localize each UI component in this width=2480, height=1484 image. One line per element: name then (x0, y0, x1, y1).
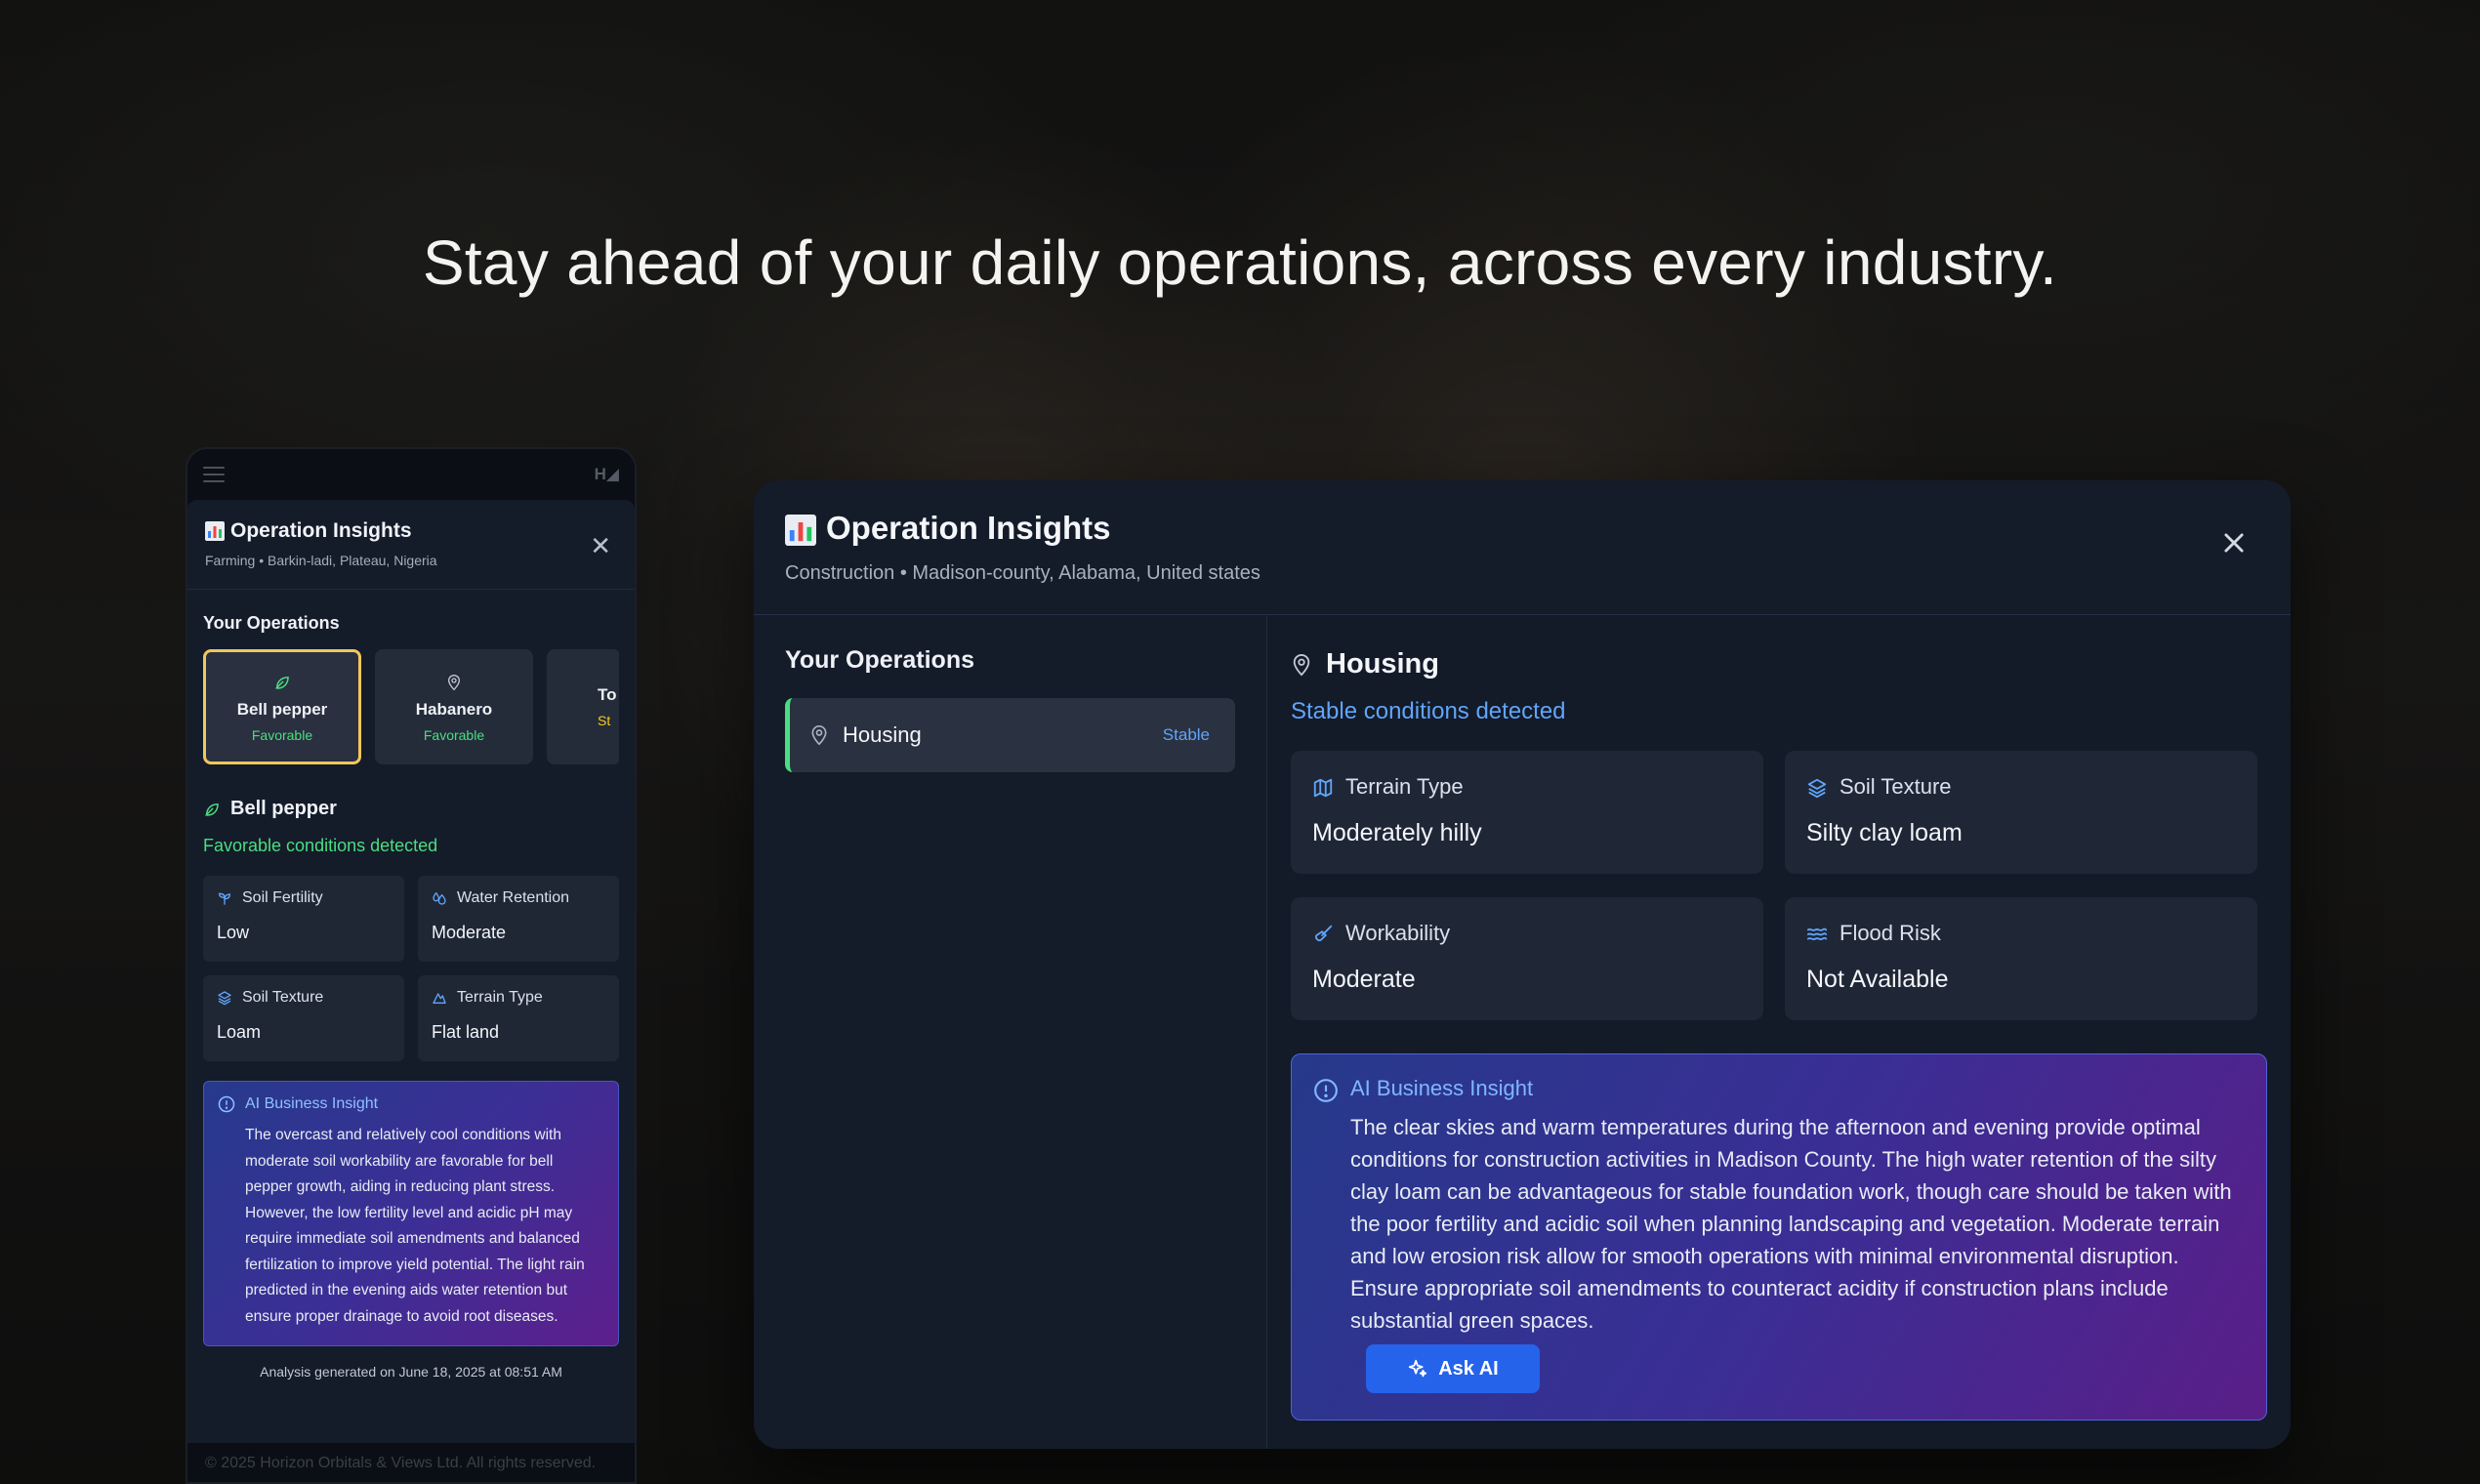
modal-subtitle: Construction • Madison-county, Alabama, … (785, 562, 1261, 584)
phone-modal-title: Operation Insights (205, 519, 617, 543)
phone-modal-body: Your Operations Bell pepper Favorable Ha… (187, 590, 635, 1380)
layers-icon (1806, 774, 1828, 800)
hero-headline: Stay ahead of your daily operations, acr… (422, 227, 2058, 298)
shovel-icon (1312, 921, 1334, 946)
waves-icon (1806, 921, 1828, 946)
info-icon (218, 1095, 235, 1113)
phone-insights-modal: Operation Insights Farming • Barkin-ladi… (187, 500, 635, 1443)
operation-card-partial[interactable]: To St (547, 649, 619, 764)
mountain-icon (432, 989, 447, 1007)
detail-status: Stable conditions detected (1291, 698, 1566, 724)
hamburger-menu-icon[interactable] (203, 467, 225, 482)
operations-sidebar: Your Operations Housing Stable (754, 615, 1267, 1449)
phone-analysis-timestamp: Analysis generated on June 18, 2025 at 0… (260, 1364, 562, 1380)
operation-card-habanero[interactable]: Habanero Favorable (375, 649, 533, 764)
phone-close-icon[interactable]: ✕ (590, 533, 611, 558)
close-icon[interactable] (2220, 529, 2248, 556)
layers-icon (217, 989, 232, 1007)
metric-water-retention: Water Retention Moderate (418, 876, 619, 962)
phone-topbar: H◢ (187, 449, 635, 500)
metric-flood-risk: Flood Risk Not Available (1785, 897, 2257, 1020)
detail-title: Housing (1291, 648, 2267, 680)
phone-modal-subtitle: Farming • Barkin-ladi, Plateau, Nigeria (205, 553, 437, 568)
info-icon (1313, 1078, 1339, 1103)
metric-workability: Workability Moderate (1291, 897, 1763, 1020)
phone-detail-title: Bell pepper (203, 798, 619, 820)
operations-title: Your Operations (785, 646, 975, 674)
map-pin-icon (446, 672, 462, 692)
phone-ai-insight: AI Business Insight The overcast and rel… (203, 1081, 619, 1346)
insights-modal: Operation Insights Construction • Madiso… (754, 480, 2291, 1449)
modal-title: Operation Insights (785, 510, 2259, 547)
sprout-icon (217, 889, 232, 907)
status-badge: Stable (1162, 725, 1210, 744)
phone-metrics-grid: Soil Fertility Low Water Retention Moder… (203, 876, 619, 1061)
droplets-icon (432, 889, 447, 907)
leaf-icon (203, 798, 221, 820)
metric-terrain-type: Terrain Type Moderately hilly (1291, 751, 1763, 874)
map-icon (1312, 774, 1334, 800)
bar-chart-icon (785, 510, 816, 547)
metric-terrain-type: Terrain Type Flat land (418, 975, 619, 1061)
map-pin-icon (1291, 648, 1312, 680)
phone-brand-logo: H◢ (594, 465, 619, 483)
phone-copyright: © 2025 Horizon Orbitals & Views Ltd. All… (205, 1455, 597, 1471)
phone-operations-title: Your Operations (203, 613, 340, 633)
ai-business-insight: AI Business Insight The clear skies and … (1291, 1053, 2267, 1421)
ai-insight-text: The clear skies and warm temperatures du… (1350, 1115, 2232, 1333)
phone-detail-status: Favorable conditions detected (203, 836, 438, 855)
modal-header: Operation Insights Construction • Madiso… (754, 480, 2291, 615)
sparkles-icon (1407, 1358, 1428, 1381)
ai-insight-title: AI Business Insight (1350, 1076, 1534, 1100)
phone-operations-list: Bell pepper Favorable Habanero Favorable… (203, 649, 619, 764)
map-pin-icon (809, 724, 829, 746)
ask-ai-button[interactable]: Ask AI (1366, 1344, 1540, 1393)
operation-item-housing[interactable]: Housing Stable (785, 698, 1235, 772)
metric-soil-texture: Soil Texture Silty clay loam (1785, 751, 2257, 874)
metrics-grid: Terrain Type Moderately hilly Soil Textu… (1291, 751, 2267, 1020)
metric-soil-texture: Soil Texture Loam (203, 975, 404, 1061)
metric-soil-fertility: Soil Fertility Low (203, 876, 404, 962)
phone-mockup: H◢ Operation Insights Farming • Barkin-l… (186, 447, 637, 1484)
phone-modal-header: Operation Insights Farming • Barkin-ladi… (187, 500, 635, 590)
leaf-icon (273, 672, 291, 692)
bar-chart-icon (205, 519, 225, 543)
operation-card-bell-pepper[interactable]: Bell pepper Favorable (203, 649, 361, 764)
operation-detail: Housing Stable conditions detected Terra… (1267, 615, 2291, 1449)
